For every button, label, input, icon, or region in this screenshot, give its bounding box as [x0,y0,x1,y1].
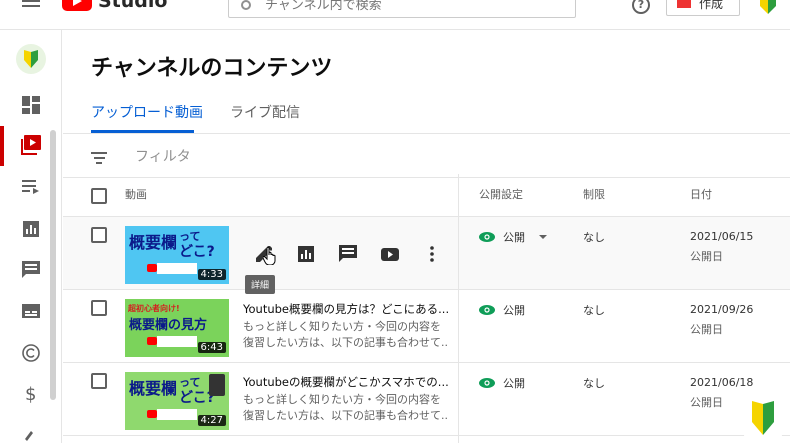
account-avatar[interactable] [756,0,780,16]
restriction-value: なし [583,231,605,244]
thumb-text: どこ? [179,244,215,260]
copyright-icon[interactable] [18,340,44,366]
visibility-label: 公開 [503,377,525,390]
sidebar-scrollbar[interactable] [50,130,56,400]
dashboard-icon[interactable] [18,92,44,118]
video-duration: 4:27 [197,415,226,426]
visibility-select[interactable]: 公開 [479,302,525,318]
create-label: 作成 [699,0,724,11]
visibility-label: 公開 [503,231,525,244]
monetization-icon[interactable]: $ [18,381,44,407]
date-value: 2021/09/26 [690,303,754,316]
create-video-icon [677,0,691,8]
search-input[interactable] [263,0,543,14]
subtitles-icon[interactable] [18,298,44,324]
eye-icon [479,305,495,315]
tab-uploads[interactable]: アップロード動画 [91,102,203,122]
youtube-view-icon[interactable] [377,241,403,267]
comments-icon[interactable] [335,241,361,267]
thumb-text: って [179,230,200,243]
create-button[interactable]: 作成 [666,0,740,16]
filter-bar[interactable]: フィルタ [63,134,790,178]
visibility-select[interactable]: 公開 [479,375,525,391]
video-title[interactable]: Youtubeの概要欄がどこかスマホでの... [243,374,448,390]
video-thumbnail[interactable]: 超初心者向け! 概要欄の見方 6:43 [125,299,229,357]
row-checkbox[interactable] [91,227,107,243]
description-line: もっと詳しく知りたい方・今回の内容を [243,320,441,333]
filter-input[interactable]: フィルタ [135,146,191,166]
beginner-mark-icon [744,398,782,438]
description-line: もっと詳しく知りたい方・今回の内容を [243,393,441,406]
visibility-label: 公開 [503,304,525,317]
tab-live[interactable]: ライブ配信 [230,102,300,122]
row-checkbox[interactable] [91,373,107,389]
visibility-select[interactable]: 公開 [479,229,547,245]
youtube-play-icon [62,0,92,11]
date-status: 公開日 [690,396,723,409]
eye-icon [479,232,495,242]
customize-icon[interactable] [18,422,44,448]
date-status: 公開日 [690,323,723,336]
date-value: 2021/06/18 [690,376,754,389]
date-value: 2021/06/15 [690,230,754,243]
date-status: 公開日 [690,250,723,263]
help-icon[interactable]: ? [632,0,650,14]
studio-logo[interactable]: Studio [62,0,167,12]
description-line: 復習したい方は、以下の記事も合わせて... [243,336,448,349]
restriction-value: なし [583,304,605,317]
header-video: 動画 [125,188,147,201]
page-title: チャンネルのコンテンツ [91,56,333,81]
menu-icon[interactable] [22,0,40,12]
video-description: もっと詳しく知りたい方・今回の内容を 復習したい方は、以下の記事も合わせて... [243,319,448,351]
active-indicator [0,126,4,166]
analytics-icon[interactable] [18,216,44,242]
video-duration: 4:33 [197,269,226,280]
search-box[interactable] [228,0,576,18]
row-checkbox[interactable] [91,300,107,316]
chevron-down-icon[interactable] [539,235,547,239]
header-date[interactable]: 日付 [690,186,712,202]
analytics-icon[interactable] [293,241,319,267]
svg-text:$: $ [25,384,36,404]
comments-icon[interactable] [18,257,44,283]
table-row[interactable]: 概要欄 って どこ? 4:33 詳細 公開 なし 2021/06/15 公開日 [63,217,790,294]
video-thumbnail[interactable]: 概要欄 って どこ? 4:27 [125,372,229,430]
search-icon [241,0,251,10]
thumb-text: って [179,376,200,389]
restriction-value: なし [583,377,605,390]
hand-cursor-icon [263,247,276,265]
video-thumbnail[interactable]: 概要欄 って どこ? 4:33 [125,226,229,284]
eye-icon [479,378,495,388]
filter-icon[interactable] [91,152,107,164]
header-restrictions[interactable]: 制限 [583,186,605,202]
column-divider [458,174,459,443]
sidebar: $ [0,30,62,443]
thumb-text: 概要欄 [129,379,177,398]
main-content: チャンネルのコンテンツ アップロード動画 ライブ配信 フィルタ 動画 公開設定 … [63,30,790,443]
select-all-checkbox[interactable] [91,188,107,204]
table-row[interactable]: 概要欄 って どこ? 4:27 Youtubeの概要欄がどこかスマホでの... … [63,363,790,436]
description-line: 復習したい方は、以下の記事も合わせて... [243,409,448,422]
top-bar: Studio ? 作成 [0,0,790,30]
logo-text: Studio [98,0,168,12]
header-visibility[interactable]: 公開設定 [479,186,523,202]
channel-avatar[interactable] [16,44,46,74]
video-description: もっと詳しく知りたい方・今回の内容を 復習したい方は、以下の記事も合わせて... [243,392,448,424]
row-actions [251,241,461,267]
thumb-text: 概要欄の見方 [129,317,207,333]
video-duration: 6:43 [197,342,226,353]
playlist-icon[interactable] [18,174,44,200]
video-title[interactable]: Youtube概要欄の見方は？どこにある... [243,301,448,317]
thumb-text: 超初心者向け! [127,303,180,313]
table-row[interactable]: 超初心者向け! 概要欄の見方 6:43 Youtube概要欄の見方は？どこにある… [63,290,790,363]
content-icon[interactable] [18,132,44,158]
thumb-text: 概要欄 [129,233,177,252]
more-options-icon[interactable] [419,241,445,267]
